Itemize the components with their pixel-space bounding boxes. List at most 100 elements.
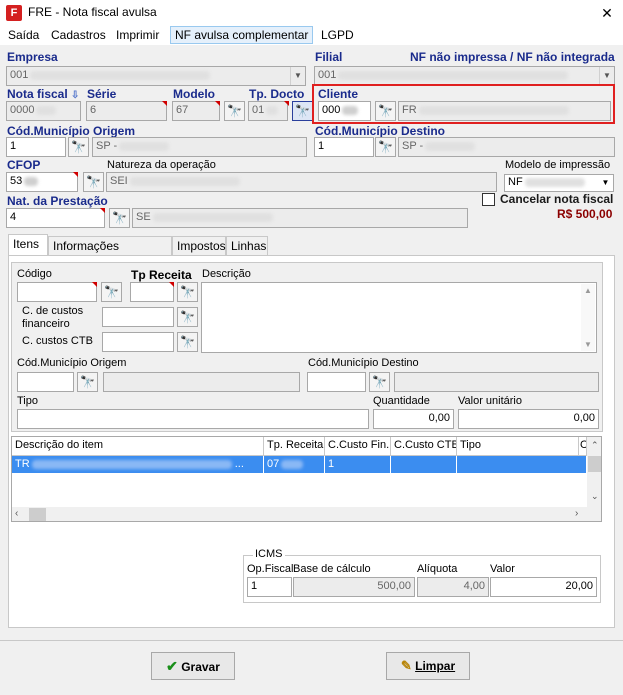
quantidade-field[interactable]: 0,00 — [373, 409, 454, 429]
tab-informacoes-adicionais[interactable]: Informações adicionais — [48, 236, 172, 267]
tab-itens[interactable]: Itens — [8, 234, 48, 256]
binoculars-icon[interactable]: 🔭 — [83, 172, 104, 192]
binoculars-icon[interactable]: 🔭 — [177, 307, 198, 327]
binoculars-icon[interactable]: 🔭 — [109, 208, 130, 228]
scroll-right-icon[interactable]: › — [575, 508, 578, 519]
cod-mun-origem-field[interactable]: 1 — [6, 137, 66, 157]
filial-name-redacted — [338, 70, 569, 80]
descricao-label: Descrição — [202, 268, 251, 280]
binoculars-icon[interactable]: 🔭 — [177, 332, 198, 352]
binoculars-icon[interactable]: 🔭 — [375, 101, 396, 121]
op-fiscal-field[interactable]: 1 — [247, 577, 292, 597]
binoculars-icon[interactable]: 🔭 — [68, 137, 89, 157]
gravar-label: Gravar — [181, 660, 220, 674]
filial-label: Filial — [315, 50, 343, 64]
valor-field[interactable]: 20,00 — [490, 577, 597, 597]
chevron-down-icon[interactable]: ▼ — [599, 67, 614, 85]
item-cod-mun-destino-field[interactable] — [307, 372, 366, 392]
cod-mun-origem-name: SP - — [92, 137, 307, 157]
gravar-button[interactable]: ✔ Gravar — [151, 652, 235, 680]
cliente-name-value: FR — [402, 104, 417, 116]
item-cod-mun-origem-field[interactable] — [17, 372, 74, 392]
scroll-left-icon[interactable]: ‹ — [15, 508, 18, 519]
tp-docto-label: Tp. Docto — [249, 87, 305, 101]
base-calculo-field: 500,00 — [293, 577, 415, 597]
c-custos-fin-field[interactable] — [102, 307, 174, 327]
table-row[interactable]: TR ... 07 1 — [12, 456, 587, 473]
tab-linhas[interactable]: Linhas — [226, 236, 268, 256]
cliente-code-redacted — [342, 105, 359, 115]
limpar-button[interactable]: ✎ Limpar — [386, 652, 470, 680]
nat-prestacao-name-value: SE — [136, 211, 151, 223]
items-grid[interactable]: Descrição do item Tp. Receita C.Custo Fi… — [11, 436, 602, 522]
base-calculo-label: Base de cálculo — [293, 563, 371, 575]
natureza-field: SEI — [106, 172, 497, 192]
tp-docto-field[interactable]: 01 — [248, 101, 288, 121]
modelo-impressao-label: Modelo de impressão — [505, 159, 611, 171]
sort-down-icon: ⇩ — [71, 90, 80, 101]
menu-lgpd[interactable]: LGPD — [321, 28, 354, 42]
binoculars-icon[interactable]: 🔭 — [292, 101, 313, 121]
binoculars-icon[interactable]: 🔭 — [224, 101, 245, 121]
scroll-up-icon[interactable]: ⌃ — [591, 440, 599, 451]
filial-combo[interactable]: 001 ▼ — [314, 66, 615, 86]
grid-header-c[interactable]: C — [579, 437, 587, 456]
c-custos-ctb-field[interactable] — [102, 332, 174, 352]
scroll-up-icon[interactable]: ▲ — [584, 286, 592, 295]
cod-mun-destino-field[interactable]: 1 — [314, 137, 374, 157]
tp-receita-field[interactable] — [130, 282, 174, 302]
close-icon[interactable]: ✕ — [596, 2, 618, 24]
grid-header-tp-receita[interactable]: Tp. Receita — [264, 437, 325, 456]
binoculars-icon[interactable]: 🔭 — [77, 372, 98, 392]
quantidade-label: Quantidade — [373, 395, 430, 407]
modelo-impressao-select[interactable]: NF ▼ — [504, 174, 614, 192]
chevron-down-icon[interactable]: ▼ — [290, 67, 305, 85]
descricao-textarea[interactable]: ▲ ▼ — [201, 282, 597, 353]
scroll-thumb[interactable] — [588, 456, 601, 472]
nota-fiscal-field[interactable]: 0000 — [6, 101, 81, 121]
grid-horizontal-scrollbar[interactable]: ‹ › — [12, 507, 601, 521]
icms-legend: ICMS — [253, 548, 285, 560]
menu-cadastros[interactable]: Cadastros — [51, 28, 106, 42]
required-marker-icon — [162, 101, 167, 106]
serie-field[interactable]: 6 — [86, 101, 167, 121]
grid-cell-tp-receita: 07 — [264, 456, 325, 473]
cancelar-checkbox[interactable] — [482, 193, 495, 206]
binoculars-icon[interactable]: 🔭 — [101, 282, 122, 302]
menu-imprimir[interactable]: Imprimir — [116, 28, 159, 42]
descricao-scrollbar[interactable]: ▲ ▼ — [581, 284, 595, 351]
aliquota-label: Alíquota — [417, 563, 458, 575]
item-cod-mun-destino-name — [394, 372, 599, 392]
cfop-field[interactable]: 53 — [6, 172, 78, 192]
modelo-field[interactable]: 67 — [172, 101, 220, 121]
chevron-down-icon[interactable]: ▼ — [598, 175, 613, 191]
grid-header-c-custo-ctb[interactable]: C.Custo CTB — [391, 437, 457, 456]
valor-unitario-field[interactable]: 0,00 — [458, 409, 599, 429]
codigo-field[interactable] — [17, 282, 97, 302]
required-marker-icon — [215, 101, 220, 106]
grid-vertical-scrollbar[interactable]: ⌃ ⌄ — [587, 437, 601, 507]
binoculars-icon[interactable]: 🔭 — [177, 282, 198, 302]
menu-nf-avulsa-complementar[interactable]: NF avulsa complementar — [170, 26, 314, 44]
natureza-redacted — [129, 176, 240, 186]
tab-impostos[interactable]: Impostos — [172, 236, 226, 256]
empresa-value: 001 — [10, 69, 29, 81]
cliente-name-field: FR — [398, 101, 611, 121]
cliente-code-field[interactable]: 000 — [318, 101, 371, 121]
cliente-label: Cliente — [318, 87, 359, 101]
menu-saida[interactable]: Saída — [8, 28, 39, 42]
scroll-down-icon[interactable]: ▼ — [584, 340, 592, 349]
nat-prestacao-field[interactable]: 4 — [6, 208, 105, 228]
c-custos-fin-label-2: financeiro — [22, 318, 70, 330]
valor-unitario-label: Valor unitário — [458, 395, 522, 407]
binoculars-icon[interactable]: 🔭 — [369, 372, 390, 392]
menu-bar: Saída Cadastros Imprimir NF avulsa compl… — [0, 26, 623, 45]
grid-header-c-custo-fin[interactable]: C.Custo Fin. — [325, 437, 391, 456]
grid-header-tipo[interactable]: Tipo — [457, 437, 579, 456]
tipo-field[interactable] — [17, 409, 369, 429]
empresa-combo[interactable]: 001 ▼ — [6, 66, 306, 86]
grid-header-descricao[interactable]: Descrição do item — [12, 437, 264, 456]
scroll-thumb[interactable] — [29, 508, 46, 521]
scroll-down-icon[interactable]: ⌄ — [591, 491, 599, 502]
binoculars-icon[interactable]: 🔭 — [375, 137, 396, 157]
